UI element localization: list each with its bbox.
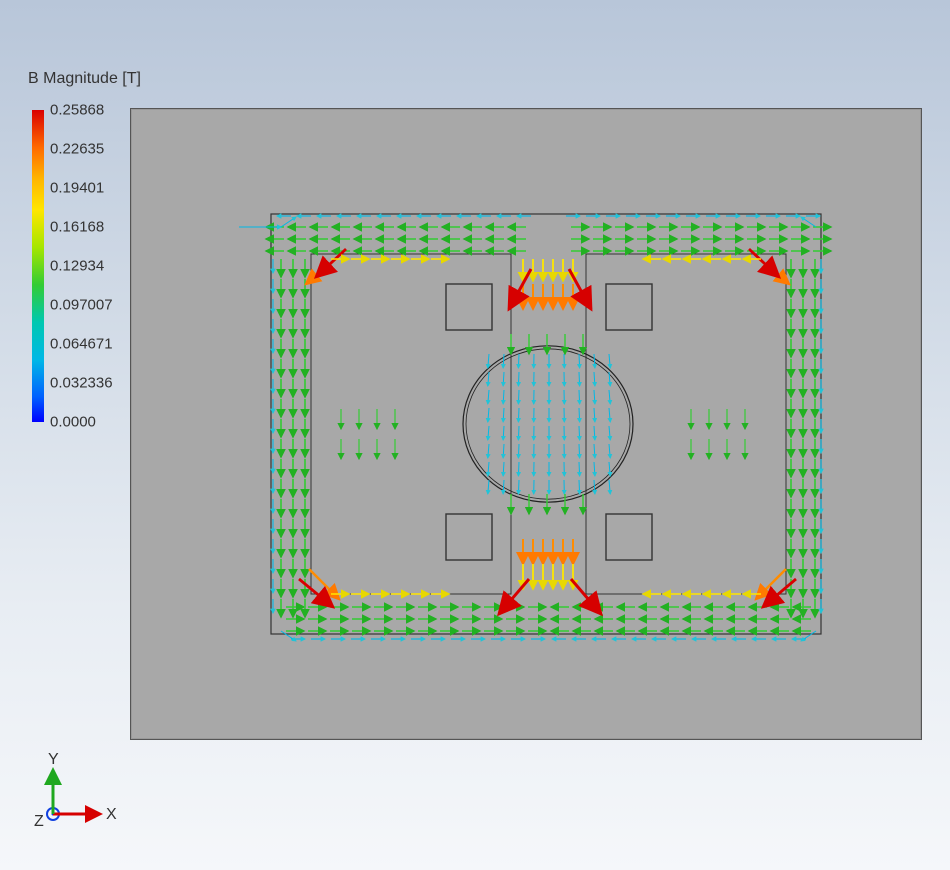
legend-tick: 0.16168 [50, 219, 104, 236]
color-legend: 0.25868 0.22635 0.19401 0.16168 0.12934 … [32, 110, 50, 422]
plot-area[interactable] [130, 108, 922, 740]
axis-z-label: Z [34, 813, 44, 830]
legend-tick: 0.12934 [50, 258, 104, 275]
axis-triad[interactable]: X Y Z [28, 752, 128, 842]
legend-tick: 0.19401 [50, 180, 104, 197]
model-geometry [271, 214, 821, 634]
legend-tick: 0.032336 [50, 375, 113, 392]
vector-arrows [239, 216, 831, 641]
axis-y-label: Y [48, 752, 59, 768]
legend-tick: 0.097007 [50, 297, 113, 314]
legend-tick: 0.0000 [50, 414, 96, 431]
legend-colorbar [32, 110, 44, 422]
axis-x-label: X [106, 806, 117, 823]
simulation-viewport[interactable]: B Magnitude [T] 0.25868 0.22635 0.19401 … [0, 0, 950, 870]
legend-title: B Magnitude [T] [28, 70, 141, 88]
legend-tick: 0.064671 [50, 336, 113, 353]
vector-field-plot [131, 109, 921, 739]
legend-tick: 0.25868 [50, 102, 104, 119]
legend-tick: 0.22635 [50, 141, 104, 158]
